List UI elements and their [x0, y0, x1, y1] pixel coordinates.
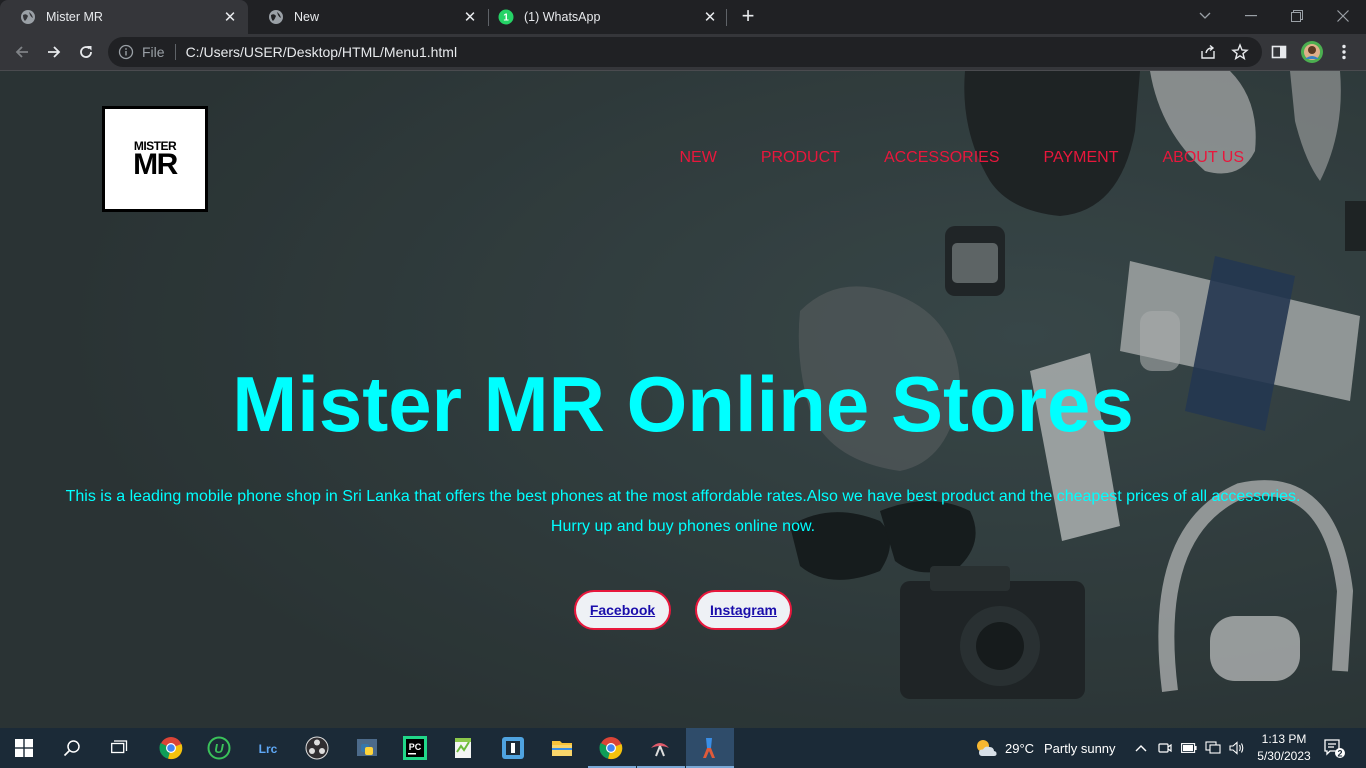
- tab-title: New: [294, 10, 320, 24]
- app-window-icon[interactable]: [497, 732, 529, 764]
- social-buttons: Facebook Instagram: [0, 590, 1366, 630]
- address-divider: [174, 44, 176, 60]
- bookmark-star-icon[interactable]: [1231, 43, 1249, 61]
- profile-avatar[interactable]: [1298, 38, 1326, 66]
- close-window-button[interactable]: [1320, 0, 1366, 32]
- facebook-button[interactable]: Facebook: [574, 590, 671, 630]
- task-view-icon[interactable]: [104, 732, 136, 764]
- chrome-icon[interactable]: [155, 732, 187, 764]
- address-bar[interactable]: File C:/Users/USER/Desktop/HTML/Menu1.ht…: [108, 37, 1262, 67]
- logo-line2: MR: [133, 147, 178, 181]
- volume-icon[interactable]: [1221, 732, 1253, 764]
- nav-accessories[interactable]: ACCESSORIES: [884, 149, 1000, 167]
- site-logo[interactable]: MISTER MR: [102, 106, 208, 212]
- restore-button[interactable]: [1274, 0, 1320, 32]
- lightroom-icon[interactable]: Lrc: [252, 732, 284, 764]
- scheme-label: File: [142, 44, 165, 60]
- hero-text-line2: Hurry up and buy phones online now.: [550, 518, 816, 535]
- reload-button[interactable]: [72, 38, 100, 66]
- pycharm-icon[interactable]: PC: [399, 732, 431, 764]
- close-tab-icon[interactable]: ✕: [700, 7, 720, 27]
- windows-taskbar: U Lrc PC 29°C Partly sunny 1:13 PM 5/30/…: [0, 728, 1366, 768]
- nav-about-us[interactable]: ABOUT US: [1163, 149, 1245, 167]
- close-tab-icon[interactable]: ✕: [460, 7, 480, 27]
- weather-condition[interactable]: Partly sunny: [1044, 741, 1116, 756]
- side-panel-icon[interactable]: [1265, 38, 1293, 66]
- tab-search-icon[interactable]: [1182, 0, 1228, 32]
- notification-center-icon[interactable]: 2: [1318, 732, 1350, 764]
- back-button[interactable]: [8, 38, 36, 66]
- web-page: MISTER MR NEW PRODUCT ACCESSORIES PAYMEN…: [0, 71, 1366, 728]
- search-icon[interactable]: [56, 732, 88, 764]
- url-text[interactable]: C:/Users/USER/Desktop/HTML/Menu1.html: [186, 44, 458, 60]
- nav-new[interactable]: NEW: [680, 149, 717, 167]
- tab-mister-mr[interactable]: Mister MR ✕: [0, 0, 248, 34]
- facebook-link[interactable]: Facebook: [590, 602, 655, 618]
- tab-whatsapp[interactable]: 1 (1) WhatsApp ✕: [478, 0, 728, 34]
- svg-text:Lrc: Lrc: [259, 742, 278, 756]
- browser-toolbar: File C:/Users/USER/Desktop/HTML/Menu1.ht…: [0, 34, 1366, 71]
- hero-title: Mister MR Online Stores: [232, 360, 1134, 448]
- menu-kebab-icon[interactable]: [1330, 38, 1358, 66]
- system-clock[interactable]: 1:13 PM 5/30/2023: [1254, 731, 1314, 765]
- nav-payment[interactable]: PAYMENT: [1044, 149, 1119, 167]
- chrome-icon[interactable]: [595, 732, 627, 764]
- forward-button[interactable]: [40, 38, 68, 66]
- minimize-button[interactable]: [1228, 0, 1274, 32]
- clock-time: 1:13 PM: [1261, 732, 1307, 746]
- windows-start-icon[interactable]: [8, 732, 40, 764]
- nav-product[interactable]: PRODUCT: [761, 149, 840, 167]
- share-icon[interactable]: [1199, 43, 1217, 61]
- notepad-plus-icon[interactable]: [448, 732, 480, 764]
- svg-text:PC: PC: [409, 742, 422, 752]
- main-nav: NEW PRODUCT ACCESSORIES PAYMENT ABOUT US: [680, 149, 1245, 167]
- weather-temp[interactable]: 29°C: [1005, 741, 1034, 756]
- hero-text-line1: This is a leading mobile phone shop in S…: [65, 488, 1301, 505]
- info-icon[interactable]: [118, 44, 134, 60]
- tab-title: Mister MR: [46, 10, 103, 24]
- python-icon[interactable]: [351, 732, 383, 764]
- hero-description: This is a leading mobile phone shop in S…: [0, 482, 1366, 542]
- snipping-tool-icon[interactable]: [644, 732, 676, 764]
- close-tab-icon[interactable]: ✕: [220, 7, 240, 27]
- new-tab-button[interactable]: +: [736, 5, 760, 29]
- tab-divider: [726, 9, 727, 26]
- browser-tab-strip: Mister MR ✕ New ✕ 1 (1) WhatsApp ✕ +: [0, 0, 1366, 34]
- globe-icon: [268, 9, 284, 25]
- tab-title: (1) WhatsApp: [524, 10, 601, 24]
- weather-partly-sunny-icon[interactable]: [970, 732, 1002, 764]
- paint-app-icon[interactable]: [694, 732, 726, 764]
- instagram-link[interactable]: Instagram: [710, 602, 777, 618]
- upwork-icon[interactable]: U: [203, 732, 235, 764]
- whatsapp-icon: 1: [498, 9, 514, 25]
- globe-icon: [20, 9, 36, 25]
- instagram-button[interactable]: Instagram: [695, 590, 792, 630]
- file-explorer-icon[interactable]: [546, 732, 578, 764]
- clock-date: 5/30/2023: [1257, 749, 1311, 763]
- notification-count: 2: [1337, 748, 1342, 758]
- tab-new[interactable]: New ✕: [248, 0, 488, 34]
- svg-text:U: U: [214, 741, 224, 756]
- svg-text:1: 1: [503, 13, 509, 24]
- obs-icon[interactable]: [301, 732, 333, 764]
